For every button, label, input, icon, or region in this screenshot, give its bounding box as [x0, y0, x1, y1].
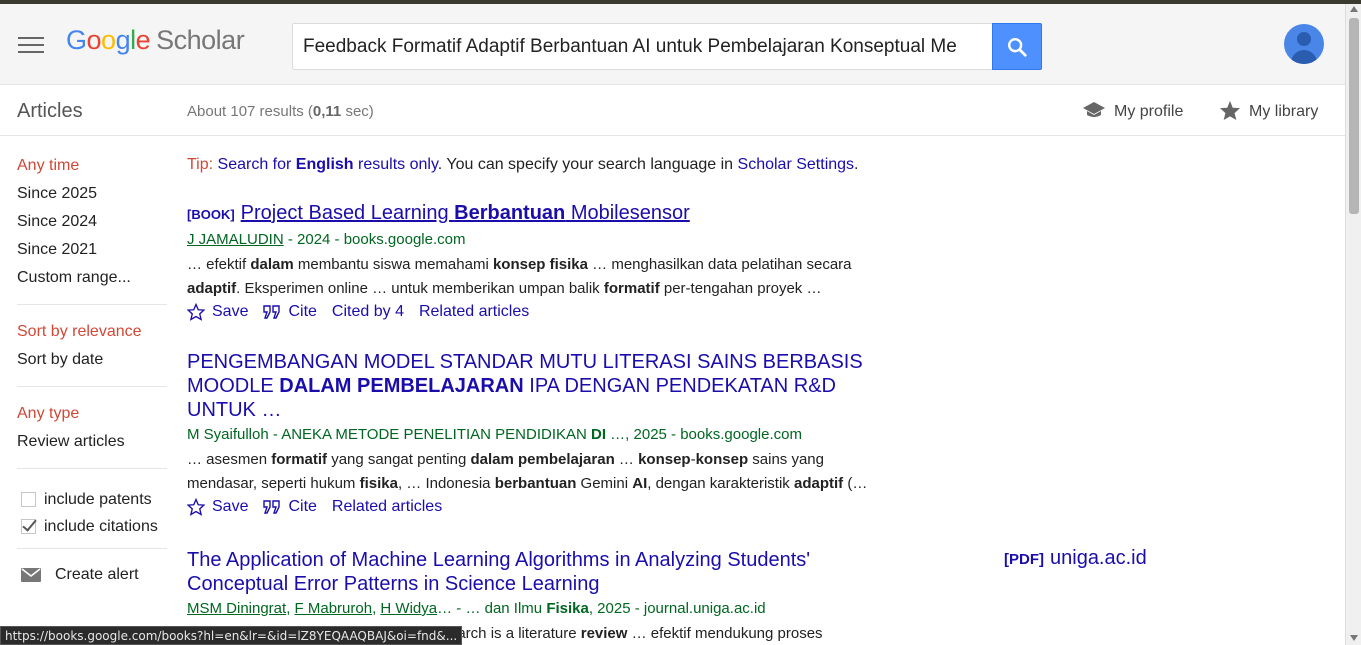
subheader: Articles About 107 results (0,11 sec) My…: [0, 86, 1345, 136]
result-meta: M Syaifulloh - ANEKA METODE PENELITIAN P…: [187, 426, 802, 443]
my-library-link[interactable]: My library: [1219, 100, 1318, 121]
filter-since-2021[interactable]: Since 2021: [17, 240, 167, 268]
divider: [17, 548, 167, 549]
save-button[interactable]: Save: [187, 498, 248, 516]
author-link[interactable]: H Widya: [380, 600, 437, 617]
english-only-link[interactable]: Search for English results only: [218, 156, 438, 173]
cite-button[interactable]: Cite: [263, 498, 317, 516]
my-profile-link[interactable]: My profile: [1082, 100, 1183, 121]
search-result: PENGEMBANGAN MODEL STANDAR MUTU LITERASI…: [187, 350, 947, 516]
search-result: [BOOK] Project Based Learning Berbantuan …: [187, 201, 947, 321]
filter-any-time[interactable]: Any time: [17, 156, 167, 184]
result-snippet: … asesmen formatif yang sangat penting d…: [187, 451, 868, 492]
result-title-link[interactable]: Project Based Learning Berbantuan Mobile…: [241, 202, 690, 224]
quote-icon: [263, 500, 281, 514]
divider: [17, 468, 167, 469]
hamburger-menu-icon[interactable]: [18, 37, 44, 55]
include-patents-checkbox[interactable]: include patents: [17, 486, 167, 513]
envelope-icon: [21, 568, 41, 582]
save-button[interactable]: Save: [187, 303, 248, 321]
scroll-up-arrow-icon[interactable]: [1350, 6, 1358, 12]
result-stats: About 107 results (0,11 sec): [187, 103, 374, 120]
avatar-body-icon: [1291, 50, 1317, 64]
cited-by-link[interactable]: Cited by 4: [332, 303, 404, 321]
divider: [17, 304, 167, 305]
cite-button[interactable]: Cite: [263, 303, 317, 321]
language-tip: Tip: Search for English results only. Yo…: [187, 156, 859, 173]
filter-since-2025[interactable]: Since 2025: [17, 184, 167, 212]
star-icon: [1220, 100, 1240, 120]
star-outline-icon: [187, 498, 205, 516]
star-outline-icon: [187, 303, 205, 321]
status-bar-url: https://books.google.com/books?hl=en&lr=…: [0, 626, 463, 645]
create-alert-link[interactable]: Create alert: [17, 566, 167, 584]
search-box: [292, 23, 993, 70]
related-articles-link[interactable]: Related articles: [419, 303, 529, 321]
filter-custom-range[interactable]: Custom range...: [17, 268, 167, 296]
divider: [17, 386, 167, 387]
sort-by-date[interactable]: Sort by date: [17, 350, 167, 378]
filter-review-articles[interactable]: Review articles: [17, 432, 167, 460]
vertical-scrollbar[interactable]: [1345, 4, 1361, 645]
sort-by-relevance[interactable]: Sort by relevance: [17, 322, 167, 350]
search-input[interactable]: [293, 24, 993, 69]
result-meta: J JAMALUDIN - 2024 - books.google.com: [187, 231, 466, 248]
results-area: Tip: Search for English results only. Yo…: [187, 156, 947, 174]
result-snippet: … efektif dalam membantu siswa memahami …: [187, 256, 852, 297]
account-avatar[interactable]: [1284, 24, 1324, 64]
filter-sidebar: Any time Since 2025 Since 2024 Since 202…: [17, 156, 167, 584]
filter-any-type[interactable]: Any type: [17, 404, 167, 432]
checkbox-unchecked-icon: [21, 492, 36, 507]
articles-label: Articles: [17, 100, 83, 122]
avatar-head-icon: [1297, 32, 1311, 46]
quote-icon: [263, 305, 281, 319]
author-link[interactable]: MSM Diningrat: [187, 600, 286, 617]
checkbox-checked-icon: [21, 519, 36, 534]
related-articles-link[interactable]: Related articles: [332, 498, 442, 516]
search-button[interactable]: [992, 23, 1042, 70]
scholar-settings-link[interactable]: Scholar Settings: [738, 156, 855, 173]
scroll-down-arrow-icon[interactable]: [1350, 635, 1358, 641]
author-link[interactable]: F Mabruroh: [295, 600, 373, 617]
result-actions: Save Cite Related articles: [187, 498, 947, 516]
result-title-link[interactable]: PENGEMBANGAN MODEL STANDAR MUTU LITERASI…: [187, 350, 947, 422]
search-icon: [1008, 38, 1027, 57]
google-scholar-logo[interactable]: Google Scholar: [66, 25, 245, 56]
result-actions: Save Cite Cited by 4 Related articles: [187, 303, 947, 321]
include-citations-checkbox[interactable]: include citations: [17, 513, 167, 540]
header: Google Scholar: [0, 4, 1345, 85]
result-meta: MSM Diningrat, F Mabruroh, H Widya… - … …: [187, 600, 766, 617]
graduation-cap-icon: [1083, 102, 1105, 117]
result-title-link[interactable]: The Application of Machine Learning Algo…: [187, 548, 947, 596]
filter-since-2024[interactable]: Since 2024: [17, 212, 167, 240]
scroll-thumb[interactable]: [1349, 18, 1359, 214]
author-link[interactable]: J JAMALUDIN: [187, 231, 284, 248]
pdf-link[interactable]: [PDF] uniga.ac.id: [1004, 547, 1147, 570]
book-tag: [BOOK]: [187, 207, 235, 222]
